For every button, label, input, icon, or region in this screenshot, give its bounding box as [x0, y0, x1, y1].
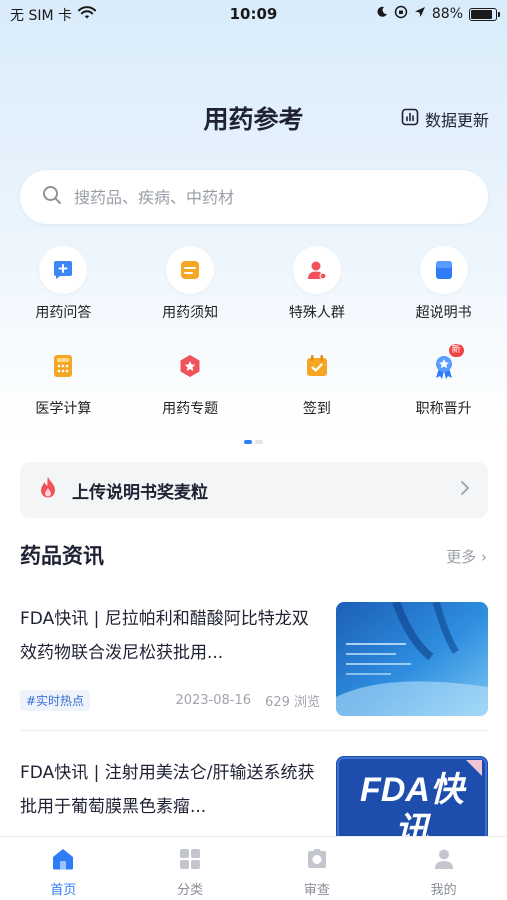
tab-label: 审查: [303, 883, 330, 898]
feature-grid: 用药问答 用药须知 特殊人群 超说明书 医学计算 用药专题 签到 新 职称晋升: [0, 246, 507, 438]
status-right: 88%: [376, 5, 500, 23]
search-icon: [42, 185, 62, 209]
orientation-lock-icon: [394, 5, 408, 23]
tab-review[interactable]: 审查: [254, 837, 381, 900]
news-item[interactable]: FDA快讯 | 尼拉帕利和醋酸阿比特龙双效药物联合泼尼松获批用... #实时热点…: [20, 602, 488, 716]
topic-icon: [166, 342, 214, 390]
battery-icon: [469, 7, 500, 21]
feature-label: 用药须知: [162, 305, 219, 321]
review-icon: [305, 847, 329, 875]
feature-row-2: 医学计算 用药专题 签到 新 职称晋升: [0, 342, 507, 438]
upload-banner[interactable]: 上传说明书奖麦粒: [20, 462, 488, 518]
banner-text: 上传说明书奖麦粒: [72, 482, 208, 503]
more-link[interactable]: 更多 ›: [446, 546, 487, 567]
feature-notice[interactable]: 用药须知: [127, 246, 254, 342]
feature-label: 职称晋升: [415, 401, 472, 417]
feature-label: 特殊人群: [288, 305, 345, 321]
news-tag: #实时热点: [20, 690, 91, 711]
location-icon: [414, 6, 426, 22]
status-bar: 无 SIM 卡 10:09 88%: [0, 0, 507, 30]
news-title: FDA快讯 | 注射用美法仑/肝输送系统获批用于葡萄膜黑色素瘤...: [20, 763, 315, 817]
news-thumbnail: [336, 602, 488, 716]
profile-icon: [432, 847, 456, 875]
special-group-icon: [292, 246, 341, 294]
new-badge: 新: [448, 344, 464, 357]
checkin-icon: [293, 342, 341, 390]
battery-fill: [471, 9, 493, 19]
news-views: 629 浏览: [265, 695, 320, 710]
feature-off-label[interactable]: 超说明书: [380, 246, 507, 342]
category-icon: [178, 847, 202, 875]
chevron-right-icon: [460, 480, 470, 501]
feature-topic[interactable]: 用药专题: [127, 342, 254, 438]
tab-home[interactable]: 首页: [0, 837, 127, 900]
feature-label: 用药专题: [162, 401, 219, 417]
moon-icon: [376, 6, 388, 22]
bar-chart-icon: [401, 108, 419, 130]
feature-special-group[interactable]: 特殊人群: [254, 246, 381, 342]
data-update-button[interactable]: 数据更新: [401, 107, 489, 131]
feature-label: 医学计算: [35, 401, 92, 417]
tab-label: 分类: [177, 883, 204, 898]
feature-calculator[interactable]: 医学计算: [0, 342, 127, 438]
page-indicator: [0, 440, 507, 444]
chevron-right-icon: ›: [481, 548, 487, 566]
tab-profile[interactable]: 我的: [380, 837, 507, 900]
feature-row-1: 用药问答 用药须知 特殊人群 超说明书: [0, 246, 507, 342]
more-label: 更多: [446, 548, 477, 566]
divider: [20, 730, 488, 731]
promotion-icon: 新: [420, 342, 468, 390]
feature-label: 签到: [302, 401, 331, 417]
off-label-icon: [419, 246, 468, 294]
feature-label: 用药问答: [35, 305, 92, 321]
feature-label: 超说明书: [415, 305, 472, 321]
feature-checkin[interactable]: 签到: [254, 342, 381, 438]
data-update-label: 数据更新: [424, 111, 489, 130]
tab-label: 我的: [430, 883, 457, 898]
notice-icon: [166, 246, 215, 294]
section-title: 药品资讯: [20, 544, 104, 568]
search-input[interactable]: [74, 187, 454, 207]
page-dot: [255, 440, 263, 444]
tab-category[interactable]: 分类: [127, 837, 254, 900]
tab-bar: 首页 分类 审查 我的: [0, 836, 507, 900]
qa-icon: [39, 246, 88, 294]
news-meta: #实时热点 2023-08-16 629 浏览: [20, 690, 320, 711]
news-title: FDA快讯 | 尼拉帕利和醋酸阿比特龙双效药物联合泼尼松获批用...: [20, 609, 309, 663]
feature-promotion[interactable]: 新 职称晋升: [380, 342, 507, 438]
battery-percent: 88%: [431, 6, 463, 22]
home-icon: [50, 847, 76, 875]
flame-icon: [38, 476, 58, 504]
page-dot-active: [244, 440, 252, 444]
tab-label: 首页: [50, 883, 77, 898]
search-bar[interactable]: [20, 170, 488, 224]
calculator-icon: [39, 342, 87, 390]
news-date: 2023-08-16: [175, 693, 252, 708]
feature-qa[interactable]: 用药问答: [0, 246, 127, 342]
